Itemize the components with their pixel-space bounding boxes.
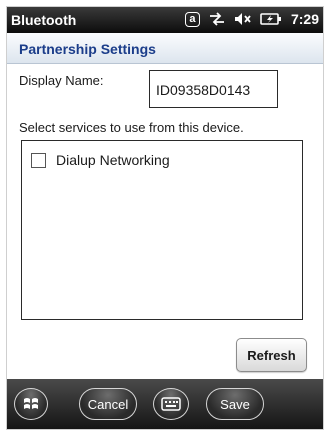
save-button[interactable]: Save xyxy=(206,388,264,420)
display-name-field[interactable]: ID09358D0143 xyxy=(149,70,278,108)
dialup-networking-checkbox[interactable] xyxy=(31,152,46,168)
keyboard-icon xyxy=(161,397,181,411)
windows-start-button[interactable] xyxy=(14,388,48,420)
device-screen: Bluetooth a 7:29 Partnership Settings Di… xyxy=(6,6,324,430)
status-clock[interactable]: 7:29 xyxy=(291,11,319,27)
status-icons: a 7:29 xyxy=(184,11,319,27)
at-icon[interactable]: a xyxy=(184,11,200,27)
softkey-bar: Cancel Save xyxy=(7,379,323,429)
service-label: Dialup Networking xyxy=(56,152,170,168)
cancel-button[interactable]: Cancel xyxy=(79,388,137,420)
battery-charging-icon[interactable] xyxy=(260,12,282,26)
connectivity-arrows-icon[interactable] xyxy=(209,12,225,26)
app-title: Bluetooth xyxy=(11,12,77,28)
services-label: Select services to use from this device. xyxy=(19,120,244,135)
page-header: Partnership Settings xyxy=(7,33,323,64)
keyboard-button[interactable] xyxy=(153,388,189,420)
status-bar: Bluetooth a 7:29 xyxy=(7,7,323,33)
speaker-muted-icon[interactable] xyxy=(234,12,251,26)
windows-start-icon xyxy=(24,398,38,409)
refresh-button[interactable]: Refresh xyxy=(236,338,307,372)
display-name-label: Display Name: xyxy=(19,73,104,88)
service-item-dialup-networking[interactable]: Dialup Networking xyxy=(31,152,170,168)
services-list[interactable]: Dialup Networking xyxy=(21,140,303,320)
page-title: Partnership Settings xyxy=(19,41,156,57)
